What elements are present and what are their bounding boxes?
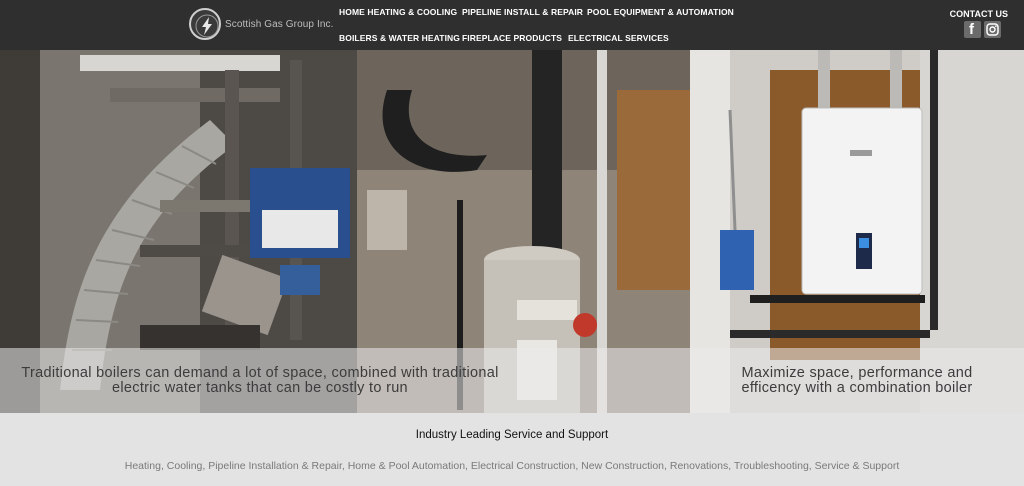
instagram-icon[interactable] (984, 21, 1001, 38)
nav-fireplace-products[interactable]: FIREPLACE PRODUCTS (462, 33, 562, 43)
facebook-icon[interactable]: f (964, 21, 981, 38)
caption-traditional-boilers: Traditional boilers can demand a lot of … (21, 364, 499, 396)
nav-pool-equipment-automation[interactable]: POOL EQUIPMENT & AUTOMATION (587, 7, 734, 17)
nav-home-heating-cooling[interactable]: HOME HEATING & COOLING (339, 7, 457, 17)
nav-electrical-services[interactable]: ELECTRICAL SERVICES (568, 33, 669, 43)
footer-title: Industry Leading Service and Support (415, 429, 609, 441)
nav-pipeline-install-repair[interactable]: PIPELINE INSTALL & REPAIR (462, 7, 583, 17)
logo[interactable]: Scottish Gas Group Inc. (189, 8, 333, 40)
lightning-logo-icon (189, 8, 221, 40)
hero-banner: Traditional boilers can demand a lot of … (0, 50, 1024, 413)
services-footer: Industry Leading Service and Support Hea… (0, 413, 1024, 486)
nav-boilers-water-heating[interactable]: BOILERS & WATER HEATING (339, 33, 460, 43)
caption-left: Traditional boilers can demand a lot of … (0, 348, 690, 413)
caption-combination-boiler: Maximize space, performance and efficenc… (741, 364, 973, 396)
brand-name: Scottish Gas Group Inc. (225, 18, 334, 30)
caption-right: Maximize space, performance and efficenc… (690, 348, 1024, 413)
site-header: Scottish Gas Group Inc. HOME HEATING & C… (0, 0, 1024, 50)
contact-us-link[interactable]: CONTACT US (950, 9, 1008, 19)
services-list: Heating, Cooling, Pipeline Installation … (124, 460, 900, 472)
